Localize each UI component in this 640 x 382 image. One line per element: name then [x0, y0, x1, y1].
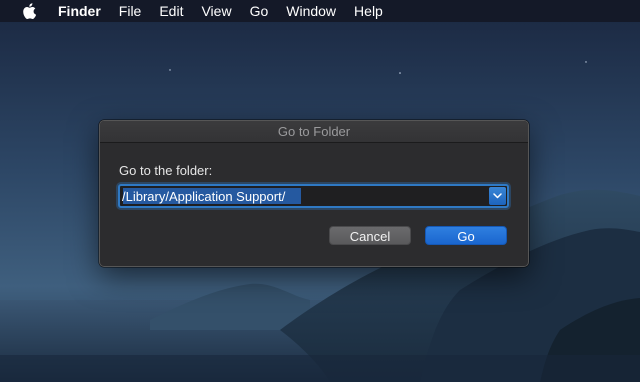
menu-view[interactable]: View — [192, 0, 240, 22]
chevron-down-icon[interactable] — [489, 187, 506, 205]
menu-go[interactable]: Go — [241, 0, 278, 22]
menu-edit[interactable]: Edit — [150, 0, 192, 22]
folder-prompt-label: Go to the folder: — [119, 163, 213, 178]
desktop: Finder File Edit View Go Window Help Go … — [0, 0, 640, 382]
go-to-folder-dialog: Go to Folder Go to the folder: Cancel Go — [99, 120, 529, 267]
menu-finder[interactable]: Finder — [49, 0, 110, 22]
dialog-title: Go to Folder — [100, 121, 528, 143]
menu-bar: Finder File Edit View Go Window Help — [0, 0, 640, 22]
menu-file[interactable]: File — [110, 0, 151, 22]
menu-help[interactable]: Help — [345, 0, 392, 22]
go-button[interactable]: Go — [425, 226, 507, 245]
folder-path-input[interactable] — [122, 187, 488, 205]
cancel-button[interactable]: Cancel — [329, 226, 411, 245]
menu-window[interactable]: Window — [277, 0, 345, 22]
apple-icon[interactable] — [9, 0, 49, 22]
folder-path-combobox[interactable] — [118, 184, 509, 208]
